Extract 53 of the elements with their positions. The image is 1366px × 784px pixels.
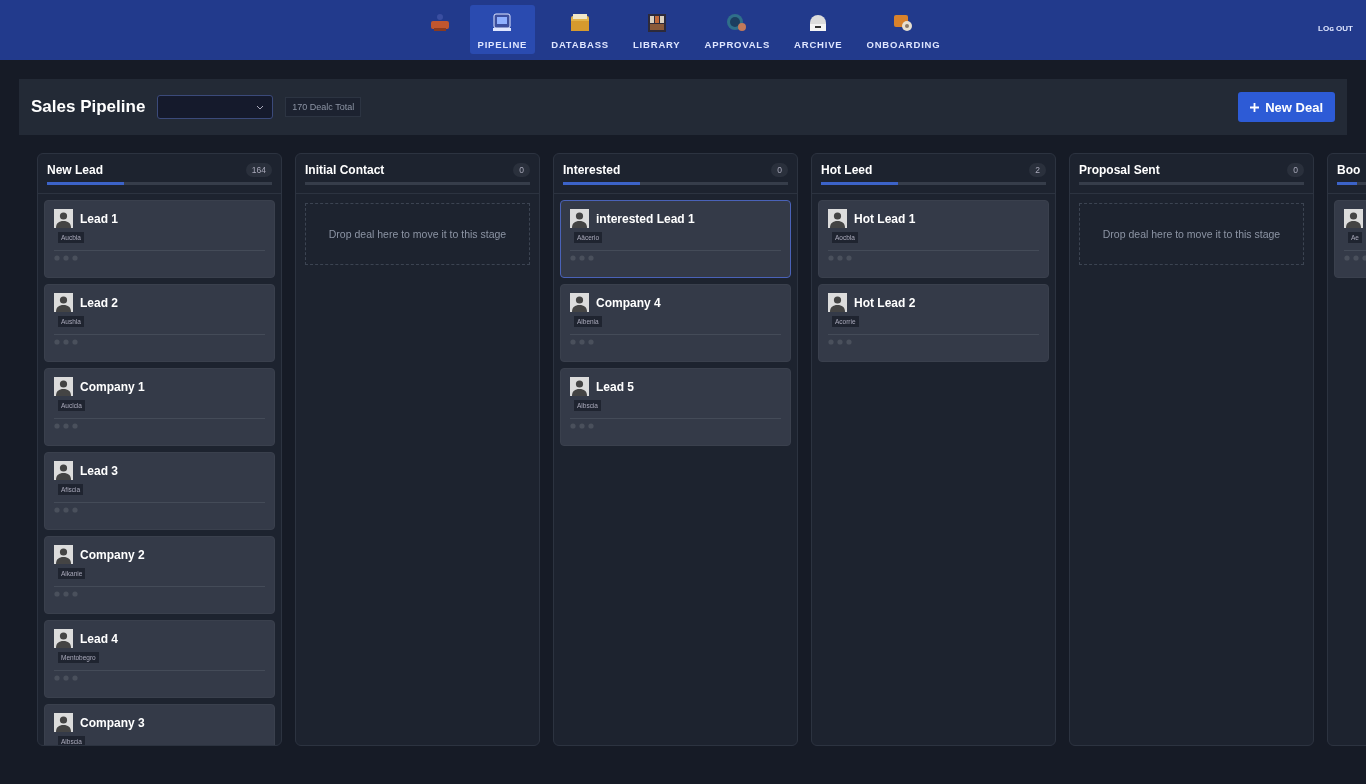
deal-name: Company 2 [80,547,145,562]
avatar-icon [54,293,73,312]
avatar-icon [1344,209,1363,228]
drop-hint: Drop deal here to move it to this stage [328,228,507,240]
stage-title: New Lead [47,163,103,177]
avatar-icon [54,629,73,648]
avatar-icon [54,461,73,480]
stage-title: Boo [1337,163,1361,177]
stage-title: Hot Leed [821,163,873,177]
nav-tab[interactable]: LIBRARY [625,5,689,54]
deal-name: Lead 2 [80,295,118,310]
deal-name: Lead 5 [596,379,634,394]
new-deal-button[interactable]: New Deal [1238,92,1335,122]
avatar-icon [570,377,589,396]
avatar-icon [54,545,73,564]
page-title: Sales Pipeline [31,97,146,117]
deals-total-badge: 170 Dealc Total [285,97,362,117]
avatar-icon [570,293,589,312]
avatar-icon [828,293,847,312]
drop-zone[interactable]: Drop deal here to move it to this stage [1079,203,1304,265]
deal-name: Lead 1 [80,211,118,226]
stage-title: Initial Contact [305,163,385,177]
drop-hint: Drop deal here to move it to this stage [1102,228,1281,240]
deal-name: interested Lead 1 [596,211,695,226]
stage-count: 2 [1029,163,1046,177]
deal-name: Company 1 [80,379,145,394]
avatar-icon [570,209,589,228]
pipeline-select[interactable] [157,95,274,119]
deal-name: Company 3 [80,715,145,730]
avatar-icon [828,209,847,228]
stage-title: Proposal Sent [1079,163,1160,177]
chevron-down-icon [256,104,265,110]
stage-count: 164 [245,163,272,177]
deal-name: Lead 4 [80,631,118,646]
nav-tab[interactable]: PIPELINE [469,5,536,54]
nav-tab[interactable]: DATABASS [543,5,617,54]
stage-count: 0 [513,163,530,177]
nav-tab[interactable]: ONBOARDING [858,5,949,54]
plus-icon [1250,102,1260,112]
deal-name: Hot Lead 1 [854,211,916,226]
drop-zone[interactable]: Drop deal here to move it to this stage [305,203,530,265]
stage-title: Interested [563,163,621,177]
nav-tab[interactable]: ARCHIVE [786,5,851,54]
deal-name: Company 4 [596,295,661,310]
nav-tab[interactable]: APPROVALS [696,5,779,54]
stage-count: 0 [771,163,788,177]
avatar-icon [54,713,73,732]
deal-name: Lead 3 [80,463,118,478]
deal-name: Hot Lead 2 [854,295,916,310]
avatar-icon [54,377,73,396]
logout-link[interactable]: LOɢ OUT [1318,24,1353,33]
stage-count: 0 [1287,163,1304,177]
avatar-icon [54,209,73,228]
